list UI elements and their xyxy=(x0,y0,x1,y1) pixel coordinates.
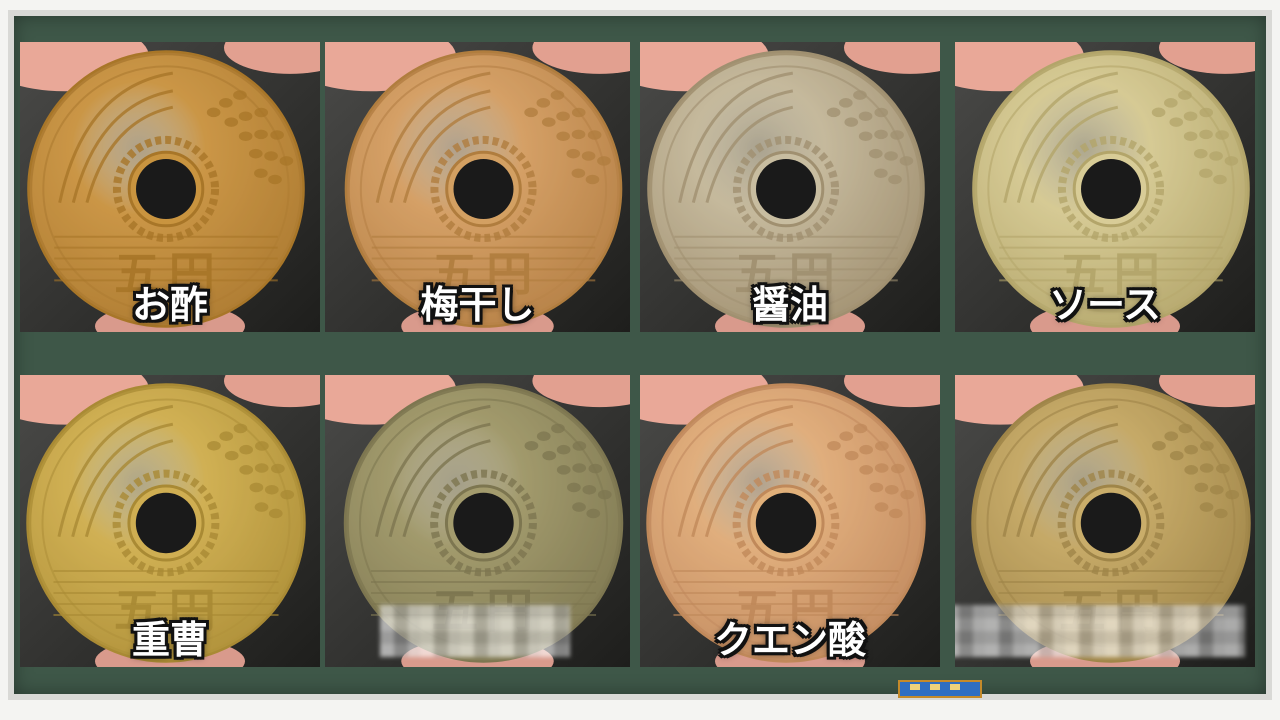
mosaic-censored-caption xyxy=(380,605,570,657)
coin-kanji-yen: 円 xyxy=(486,247,533,302)
coin-photo-tile: 五円重曹 xyxy=(20,375,320,667)
coin-photo-tile: 五円クエン酸 xyxy=(640,375,940,667)
coin-photo-tile: 五円 xyxy=(325,375,630,667)
coin-kanji-yen: 円 xyxy=(168,247,215,302)
coin-photo-tile: 五円お酢 xyxy=(20,42,320,332)
mosaic-censored-caption xyxy=(955,605,1245,657)
coin-kanji-yen: 円 xyxy=(788,247,835,302)
coin-kanji-yen: 円 xyxy=(1113,247,1160,302)
coin-photo-tile: 五円梅干し xyxy=(325,42,630,332)
coin-kanji-five: 五 xyxy=(114,247,161,302)
coin-photo-tile: 五円 xyxy=(955,375,1255,667)
coin-kanji-five: 五 xyxy=(1059,247,1106,302)
coin-kanji-yen: 円 xyxy=(168,584,216,640)
coin-kanji-five: 五 xyxy=(733,584,781,640)
coin-kanji-five: 五 xyxy=(734,247,781,302)
chalk-tray xyxy=(898,680,982,698)
coin-kanji-yen: 円 xyxy=(788,584,836,640)
coin-kanji-five: 五 xyxy=(113,584,161,640)
coin-photo-tile: 五円ソース xyxy=(955,42,1255,332)
coin-photo-tile: 五円醤油 xyxy=(640,42,940,332)
coin-kanji-five: 五 xyxy=(431,247,478,302)
